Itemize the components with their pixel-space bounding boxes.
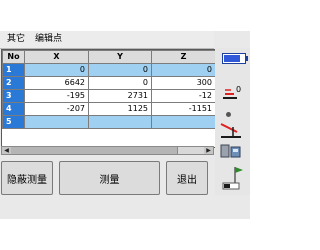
- cell-y[interactable]: [88, 115, 152, 129]
- scroll-right-arrow-icon[interactable]: ▶: [204, 147, 213, 154]
- hidden-measure-button[interactable]: 隐蔽测量: [1, 161, 53, 195]
- prism-offset-value: 0: [236, 85, 242, 94]
- cell-y[interactable]: 0: [88, 63, 152, 77]
- cell-z[interactable]: 0: [151, 63, 215, 77]
- cell-x[interactable]: 0: [24, 63, 89, 77]
- table-row[interactable]: 1 0 0 0: [2, 63, 215, 77]
- battery-fill: [224, 55, 240, 62]
- column-header-x[interactable]: X: [24, 50, 89, 64]
- scroll-track[interactable]: [11, 147, 204, 154]
- row-number: 2: [2, 76, 25, 90]
- measure-button[interactable]: 测量: [59, 161, 160, 195]
- table-row[interactable]: 5: [2, 115, 215, 129]
- cell-z[interactable]: -1151: [151, 102, 215, 116]
- cell-y[interactable]: 0: [88, 76, 152, 90]
- cell-y[interactable]: 1125: [88, 102, 152, 116]
- device-icon[interactable]: [219, 143, 243, 159]
- cell-x[interactable]: 6642: [24, 76, 89, 90]
- cell-x[interactable]: -195: [24, 89, 89, 103]
- row-number: 1: [2, 63, 25, 77]
- column-header-y[interactable]: Y: [88, 50, 152, 64]
- horizontal-scrollbar[interactable]: ◀ ▶: [1, 146, 214, 155]
- table-header-row: No X Y Z: [2, 50, 215, 64]
- column-header-no[interactable]: No: [2, 50, 25, 64]
- table-row[interactable]: 4 -207 1125 -1151: [2, 102, 215, 116]
- cell-x[interactable]: [24, 115, 89, 129]
- column-header-z[interactable]: Z: [151, 50, 215, 64]
- cell-x[interactable]: -207: [24, 102, 89, 116]
- points-table: No X Y Z 1 0 0 0 2 6642 0 300 3 -195 273…: [1, 49, 216, 148]
- menu-bar: 其它 编辑点: [0, 31, 214, 49]
- prism-icon[interactable]: [222, 78, 246, 102]
- target-dot-icon: [226, 112, 231, 117]
- scroll-left-arrow-icon[interactable]: ◀: [2, 147, 11, 154]
- row-number: 4: [2, 102, 25, 116]
- menu-edit-points[interactable]: 编辑点: [32, 31, 65, 48]
- tilt-icon[interactable]: [219, 121, 245, 141]
- cell-z[interactable]: -12: [151, 89, 215, 103]
- row-number: 3: [2, 89, 25, 103]
- row-number: 5: [2, 115, 25, 129]
- table-row[interactable]: 2 6642 0 300: [2, 76, 215, 90]
- table-row[interactable]: 3 -195 2731 -12: [2, 89, 215, 103]
- battery-icon: [222, 53, 248, 64]
- scroll-thumb[interactable]: [11, 147, 178, 154]
- cell-y[interactable]: 2731: [88, 89, 152, 103]
- cell-z[interactable]: 300: [151, 76, 215, 90]
- cell-z[interactable]: [151, 115, 215, 129]
- flag-icon[interactable]: [221, 163, 245, 191]
- exit-button[interactable]: 退出: [166, 161, 208, 195]
- battery-tip: [246, 56, 248, 61]
- menu-other[interactable]: 其它: [4, 31, 28, 48]
